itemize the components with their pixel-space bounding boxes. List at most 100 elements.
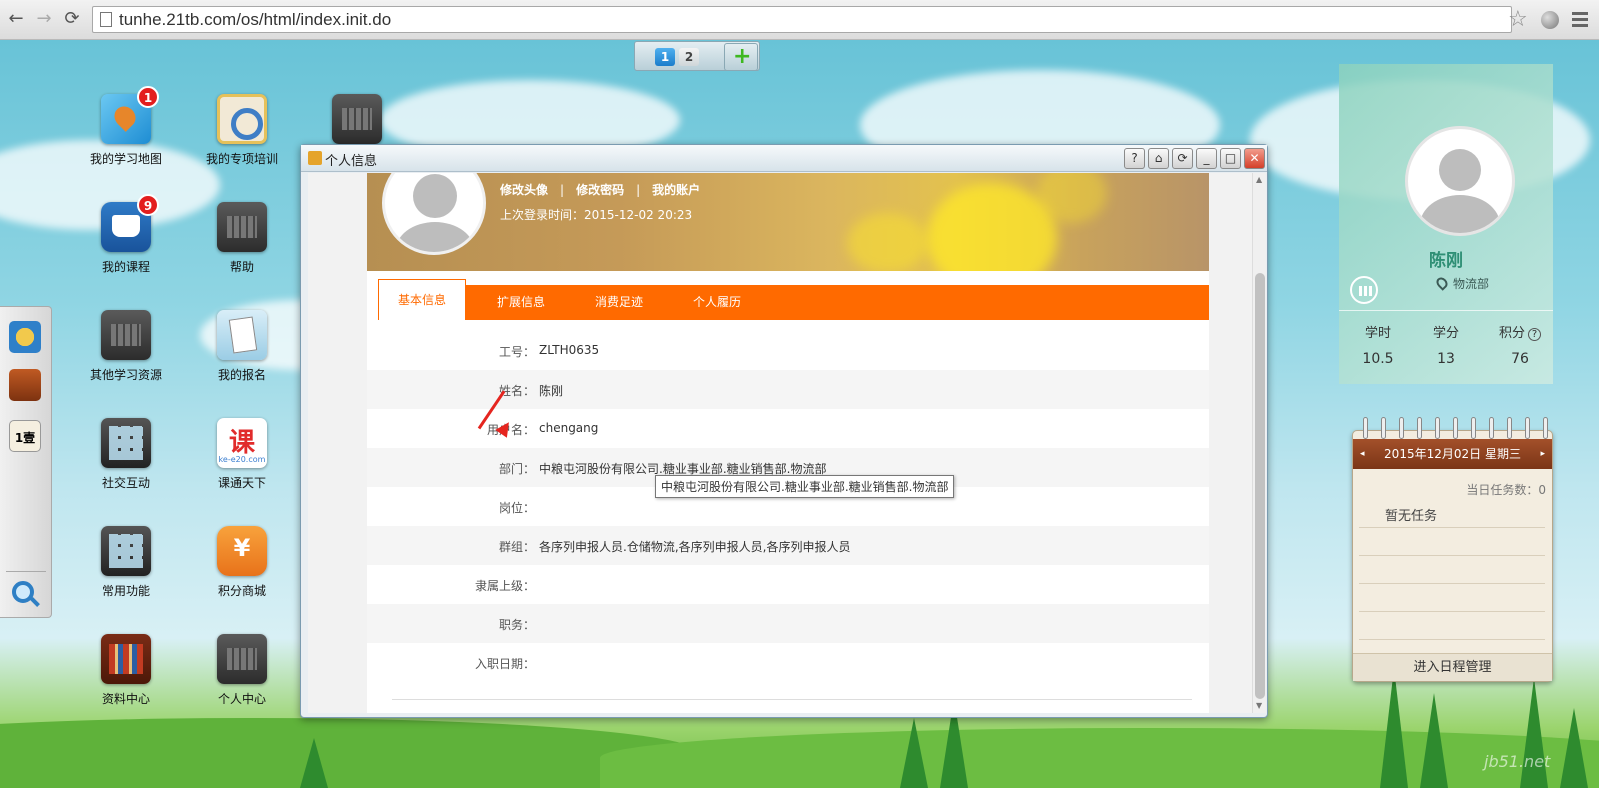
tab-resume[interactable]: 个人履历 xyxy=(674,285,760,320)
add-desktop-button[interactable]: + xyxy=(724,43,758,71)
window-scrollbar[interactable]: ▲ ▼ xyxy=(1252,173,1266,713)
left-dock: 1壹 xyxy=(0,306,52,618)
globe-icon[interactable] xyxy=(1541,11,1559,29)
maximize-button[interactable]: □ xyxy=(1220,148,1241,169)
card-divider xyxy=(392,699,1192,700)
calendar-icon[interactable]: 1壹 xyxy=(9,420,41,452)
books-icon xyxy=(101,634,151,684)
info-row-title: 职务： xyxy=(367,604,1209,643)
watermark: jb51.net xyxy=(1484,752,1551,771)
help-button[interactable]: ? xyxy=(1124,148,1145,169)
info-row-group: 群组： 各序列申报人员.仓储物流,各序列申报人员,各序列申报人员 xyxy=(367,526,1209,565)
calculator-icon[interactable] xyxy=(9,369,41,401)
notification-badge: 9 xyxy=(137,194,159,216)
profile-banner: 修改头像 | 修改密码 | 我的账户 上次登录时间：2015-12-02 20:23 xyxy=(367,173,1209,271)
last-login-time: 上次登录时间：2015-12-02 20:23 xyxy=(500,208,693,222)
calendar-next-icon[interactable]: ▸ xyxy=(1540,439,1545,469)
stat-credits: 学分 13 xyxy=(1432,326,1459,367)
question-icon[interactable]: ? xyxy=(1528,328,1541,341)
user-avatar[interactable] xyxy=(1405,126,1515,236)
page-icon xyxy=(100,12,112,27)
map-icon: 1 xyxy=(101,86,159,144)
desktop-2-button[interactable]: 2 xyxy=(679,48,699,66)
user-department: 物流部 xyxy=(1453,277,1490,291)
profile-card: 修改头像 | 修改密码 | 我的账户 上次登录时间：2015-12-02 20:23 基… xyxy=(367,173,1209,713)
help-icon xyxy=(217,202,267,252)
desktop-icon-my-signup[interactable]: 我的报名 xyxy=(192,310,292,383)
tab-extended-info[interactable]: 扩展信息 xyxy=(478,285,564,320)
desktop-icon-functions[interactable]: 常用功能 xyxy=(76,526,176,599)
no-task-label: 暂无任务 xyxy=(1385,509,1438,524)
social-icon xyxy=(101,418,151,468)
change-avatar-link[interactable]: 修改头像 xyxy=(500,183,548,197)
user-name: 陈刚 xyxy=(1429,251,1463,271)
scroll-up-icon[interactable]: ▲ xyxy=(1256,175,1262,184)
dock-divider xyxy=(6,571,46,572)
calendar-date: 2015年12月02日 星期三 xyxy=(1384,447,1521,461)
functions-icon xyxy=(101,526,151,576)
address-bar[interactable]: tunhe.21tb.com/os/html/index.init.do xyxy=(92,6,1512,33)
stat-points: 积分? 76 xyxy=(1485,322,1555,367)
tab-basic-info[interactable]: 基本信息 xyxy=(378,279,466,320)
desktop-icon-my-courses[interactable]: 9 我的课程 xyxy=(76,194,176,275)
schedule-manage-button[interactable]: 进入日程管理 xyxy=(1353,653,1552,681)
notification-badge: 1 xyxy=(137,86,159,108)
location-pin-icon xyxy=(1434,275,1450,291)
menu-icon[interactable] xyxy=(1572,12,1588,30)
training-icon xyxy=(217,94,267,144)
app-icon xyxy=(332,94,382,144)
desktop-icon-help[interactable]: 帮助 xyxy=(192,202,292,275)
desktop-icon-special-training[interactable]: 我的专项培训 xyxy=(192,94,292,167)
folder-icon xyxy=(308,151,322,165)
avatar xyxy=(382,173,486,255)
tab-bar: 基本信息 扩展信息 消费足迹 个人履历 xyxy=(378,279,1209,320)
change-password-link[interactable]: 修改密码 xyxy=(576,183,624,197)
tab-consumption[interactable]: 消费足迹 xyxy=(576,285,662,320)
calendar-rings xyxy=(1363,417,1548,439)
minimize-button[interactable]: _ xyxy=(1196,148,1217,169)
desktop-icon-learning-map[interactable]: 1 我的学习地图 xyxy=(76,86,176,167)
desktop-icon-points-shop[interactable]: ¥ 积分商城 xyxy=(192,526,292,599)
ke-icon: 课 ke-e20.com xyxy=(217,418,267,468)
browser-toolbar: ← → ⟳ tunhe.21tb.com/os/html/index.init.… xyxy=(0,0,1599,40)
desktop-icon-other-resources[interactable]: 其他学习资源 xyxy=(76,310,176,383)
desktop-icon-ke-tong[interactable]: 课 ke-e20.com 课通天下 xyxy=(192,418,292,491)
close-button[interactable]: ✕ xyxy=(1244,148,1265,169)
info-row-hire-date: 入职日期： xyxy=(474,657,535,671)
window-titlebar[interactable]: 个人信息 ? ⌂ ⟳ _ □ ✕ xyxy=(301,145,1267,172)
scroll-thumb[interactable] xyxy=(1255,273,1265,699)
course-icon: 9 xyxy=(101,194,159,252)
desktop-1-button[interactable]: 1 xyxy=(655,48,675,66)
info-row-employee-id: 工号： ZLTH0635 xyxy=(498,343,600,359)
my-account-link[interactable]: 我的账户 xyxy=(652,183,700,197)
desktop-icon-app[interactable] xyxy=(307,94,407,144)
stats-divider xyxy=(1339,310,1553,311)
bookmark-star-icon[interactable]: ☆ xyxy=(1508,7,1528,32)
skype-icon[interactable] xyxy=(9,321,41,353)
url-text: tunhe.21tb.com/os/html/index.init.do xyxy=(119,10,392,29)
search-icon[interactable] xyxy=(12,581,34,603)
personal-info-window: 个人信息 ? ⌂ ⟳ _ □ ✕ 修改头像 | 修改密码 | 我的账户 上次登录时间：2… xyxy=(300,144,1268,718)
info-row-supervisor: 隶属上级： xyxy=(474,579,535,593)
window-title: 个人信息 xyxy=(325,154,378,169)
desktop-icon-resource-center[interactable]: 资料中心 xyxy=(76,634,176,707)
calendar-widget: ◂ 2015年12月02日 星期三 ▸ 当日任务数：0 暂无任务 进入日程管理 xyxy=(1352,417,1553,682)
stat-study-hours: 学时 10.5 xyxy=(1362,326,1394,367)
task-count: 当日任务数：0 xyxy=(1466,483,1546,497)
scroll-down-icon[interactable]: ▼ xyxy=(1256,701,1262,710)
desktop-icon-personal-center[interactable]: 个人中心 xyxy=(192,634,292,707)
calendar-prev-icon[interactable]: ◂ xyxy=(1360,439,1365,469)
signup-icon xyxy=(217,310,267,360)
desktop-icon-social[interactable]: 社交互动 xyxy=(76,418,176,491)
department-tooltip: 中粮屯河股份有限公司.糖业事业部.糖业销售部.物流部 xyxy=(655,475,955,498)
back-arrow-icon[interactable]: ← xyxy=(6,9,26,29)
resources-icon xyxy=(101,310,151,360)
reload-icon[interactable]: ⟳ xyxy=(62,9,82,29)
forward-arrow-icon[interactable]: → xyxy=(34,9,54,29)
window-content: 修改头像 | 修改密码 | 我的账户 上次登录时间：2015-12-02 20:23 基… xyxy=(308,173,1252,713)
info-row-username: 用户名： chengang xyxy=(486,421,599,437)
home-button[interactable]: ⌂ xyxy=(1148,148,1169,169)
shop-icon: ¥ xyxy=(217,526,267,576)
audio-icon[interactable] xyxy=(1350,276,1378,304)
refresh-button[interactable]: ⟳ xyxy=(1172,148,1193,169)
